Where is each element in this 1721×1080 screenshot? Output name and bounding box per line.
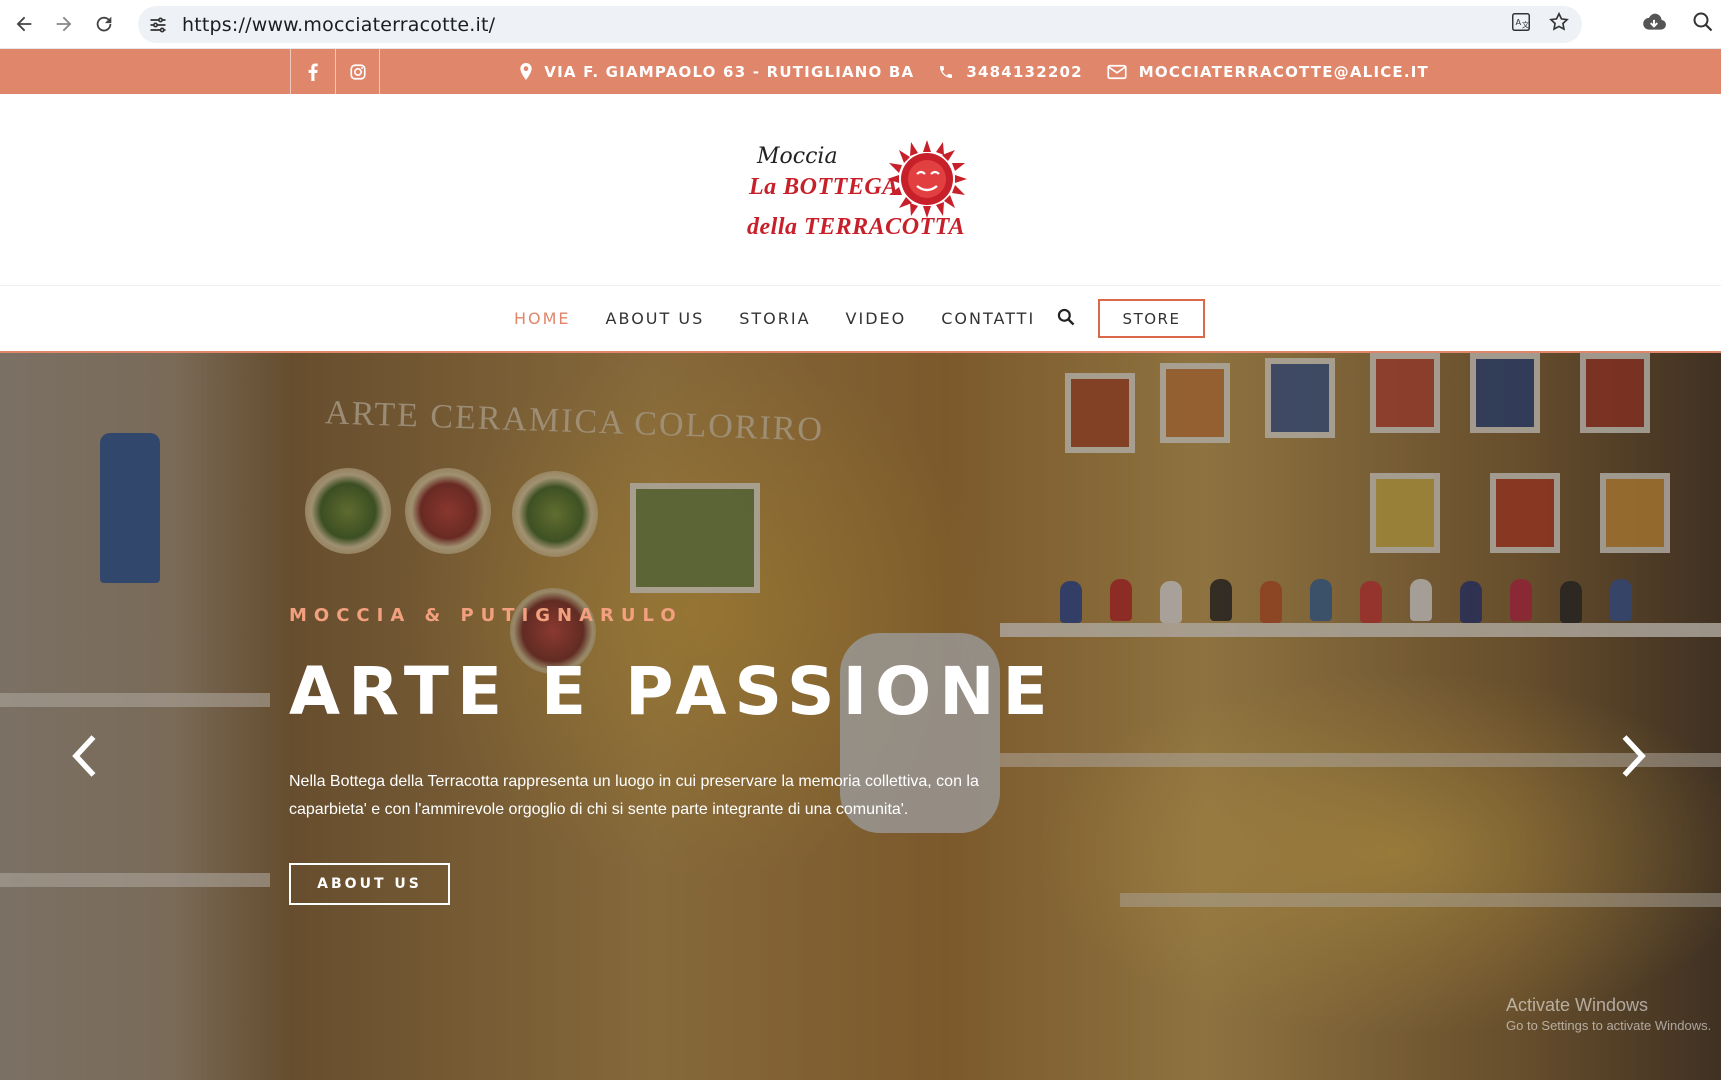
slider-prev-arrow[interactable] — [70, 733, 98, 784]
phone-icon — [940, 65, 953, 78]
nav-item-video[interactable]: VIDEO — [846, 309, 907, 328]
contact-info: VIA F. GIAMPAOLO 63 - RUTIGLIANO BA 3484… — [496, 49, 1429, 94]
nav-item-about-us[interactable]: ABOUT US — [606, 309, 705, 328]
slider-next-arrow[interactable] — [1620, 733, 1648, 784]
watermark-line-1: Activate Windows — [1506, 995, 1649, 1015]
social-links — [290, 49, 380, 94]
url-text[interactable]: https://www.mocciaterracotte.it/ — [182, 14, 495, 36]
nav-item-storia[interactable]: STORIA — [739, 309, 810, 328]
instagram-button[interactable] — [335, 49, 380, 94]
arrow-left-icon — [16, 16, 32, 32]
browser-search-icon[interactable] — [1691, 10, 1715, 39]
hero-description: Nella Bottega della Terracotta rappresen… — [289, 773, 979, 818]
phone-text[interactable]: 3484132202 — [966, 63, 1082, 81]
hero-headline: ARTE E PASSIONE — [289, 653, 1056, 730]
forward-button[interactable] — [44, 4, 84, 44]
watermark-line-2: Go to Settings to activate Windows. — [1506, 1018, 1712, 1033]
logo-line-1: La BOTTEGA — [749, 174, 899, 200]
site-logo[interactable]: Moccia La BOTTEGA della TERRACOTTA — [745, 138, 975, 248]
nav-menu: HOME ABOUT US STORIA VIDEO CONTATTI — [514, 286, 1070, 351]
nav-item-contatti[interactable]: CONTATTI — [941, 309, 1035, 328]
facebook-icon — [308, 63, 318, 81]
chevron-right-icon — [1622, 735, 1646, 777]
bookmark-star-icon[interactable] — [1548, 11, 1570, 38]
browser-toolbar: https://www.mocciaterracotte.it/ A文 — [0, 0, 1721, 49]
hero-about-us-button[interactable]: ABOUT US — [289, 863, 450, 905]
hero-kicker: MOCCIA & PUTIGNARULO — [289, 605, 683, 626]
map-pin-icon — [520, 63, 532, 80]
main-navigation: HOME ABOUT US STORIA VIDEO CONTATTI STOR… — [0, 286, 1721, 353]
envelope-icon — [1107, 64, 1127, 79]
address-text: VIA F. GIAMPAOLO 63 - RUTIGLIANO BA — [544, 62, 915, 81]
logo-signature: Moccia — [757, 144, 838, 169]
email-item[interactable]: MOCCIATERRACOTTE@ALICE.IT — [1107, 63, 1429, 81]
windows-activation-watermark: Activate Windows Go to Settings to activ… — [1506, 995, 1711, 1033]
email-text[interactable]: MOCCIATERRACOTTE@ALICE.IT — [1139, 63, 1429, 81]
address-item: VIA F. GIAMPAOLO 63 - RUTIGLIANO BA — [520, 63, 914, 81]
nav-item-home[interactable]: HOME — [514, 309, 571, 328]
chevron-left-icon — [72, 735, 96, 777]
svg-text:文: 文 — [1522, 21, 1530, 30]
hero-slider: ARTE CERAMICA COLORIRO MOCCIA & PUTIGNAR… — [0, 353, 1721, 1080]
svg-text:A: A — [1516, 17, 1522, 27]
address-bar[interactable]: https://www.mocciaterracotte.it/ A文 — [138, 6, 1582, 43]
top-info-bar: VIA F. GIAMPAOLO 63 - RUTIGLIANO BA 3484… — [0, 49, 1721, 94]
instagram-icon — [349, 63, 366, 80]
nav-search-icon[interactable] — [1056, 307, 1076, 332]
store-button[interactable]: STORE — [1098, 299, 1205, 338]
translate-icon[interactable]: A文 — [1510, 11, 1532, 38]
phone-item[interactable]: 3484132202 — [938, 63, 1082, 81]
logo-section: Moccia La BOTTEGA della TERRACOTTA — [0, 94, 1721, 286]
reload-button[interactable] — [84, 4, 124, 44]
arrow-right-icon — [56, 16, 72, 32]
reload-icon — [96, 16, 112, 32]
back-button[interactable] — [4, 4, 44, 44]
site-settings-icon[interactable] — [138, 15, 178, 35]
facebook-button[interactable] — [290, 49, 335, 94]
sun-logo-icon — [887, 140, 967, 218]
cloud-download-icon[interactable] — [1641, 9, 1667, 40]
